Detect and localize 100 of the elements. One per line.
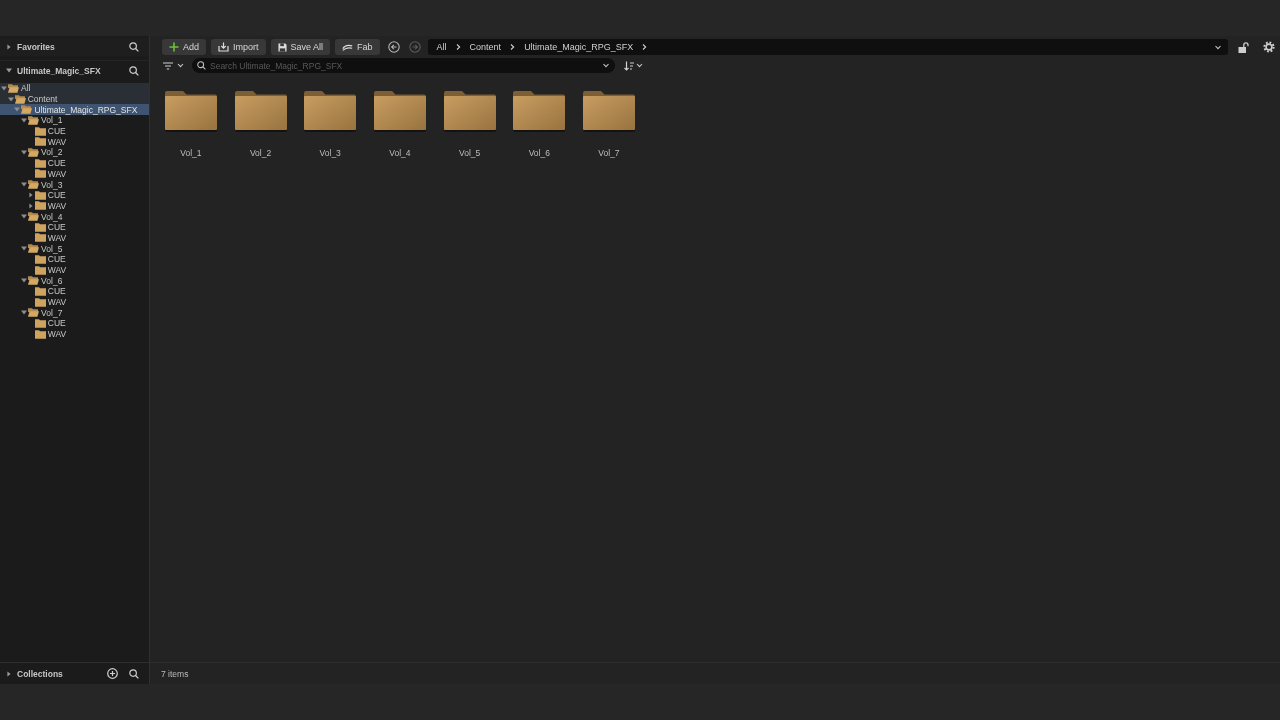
breadcrumb-link[interactable]: Ultimate_Magic_RPG_SFX <box>524 42 634 52</box>
folder-icon <box>34 137 46 147</box>
tree-item[interactable]: Vol_6 <box>0 275 149 287</box>
tree-item[interactable]: CUE <box>0 221 149 233</box>
folder-tile[interactable]: Vol_6 <box>504 91 575 158</box>
search-icon[interactable] <box>129 65 139 76</box>
plus-icon <box>169 42 179 52</box>
chevron-right-icon[interactable] <box>510 43 516 51</box>
folder-icon <box>34 329 46 339</box>
chevron-right-icon[interactable] <box>455 43 461 51</box>
chevron-down-icon[interactable] <box>602 63 610 68</box>
open-folder-icon <box>8 83 19 93</box>
search-icon <box>197 61 206 70</box>
tree-item[interactable]: CUE <box>0 254 149 265</box>
tree-item[interactable]: CUE <box>0 189 149 201</box>
folder-tile[interactable]: Vol_2 <box>225 91 296 158</box>
chevron-down-icon[interactable] <box>636 63 643 68</box>
open-folder-icon <box>28 115 40 125</box>
tree-item[interactable]: CUE <box>0 286 149 297</box>
tree-item[interactable]: CUE <box>0 125 149 137</box>
folder-icon <box>304 91 357 132</box>
left-arrow-circle-icon[interactable] <box>387 41 400 53</box>
open-folder-icon <box>28 308 40 318</box>
tree-item[interactable]: WAV <box>0 296 149 308</box>
tree-item[interactable]: Ultimate_Magic_RPG_SFX <box>0 104 149 116</box>
tree-item[interactable]: All <box>0 83 149 94</box>
tree-item[interactable]: CUE <box>0 157 149 169</box>
folder-icon <box>34 318 46 328</box>
open-folder-icon <box>14 94 26 104</box>
folder-tile[interactable]: Vol_3 <box>295 91 366 158</box>
tree-item[interactable]: WAV <box>0 328 149 340</box>
folder-icon <box>234 91 287 132</box>
import-button[interactable]: Import <box>211 39 266 55</box>
folder-icon <box>34 158 46 168</box>
folder-icon <box>34 201 46 211</box>
tree-item[interactable]: WAV <box>0 168 149 180</box>
source-header[interactable]: Ultimate_Magic_SFX <box>6 65 101 76</box>
tree-item[interactable]: WAV <box>0 232 149 244</box>
folder-icon <box>34 254 46 264</box>
swoosh-icon <box>342 43 354 51</box>
open-folder-icon <box>28 147 40 157</box>
caret-icon[interactable] <box>21 246 28 252</box>
folder-icon <box>34 233 46 243</box>
folder-tile[interactable]: Vol_4 <box>365 91 435 158</box>
caret-icon[interactable] <box>7 96 14 102</box>
filter-icon[interactable] <box>163 61 173 70</box>
settings-icon[interactable] <box>1263 41 1275 53</box>
folder-icon <box>34 297 46 307</box>
fab-button[interactable]: Fab <box>335 39 380 55</box>
caret-icon[interactable] <box>21 182 28 188</box>
folder-icon <box>373 91 426 132</box>
search-field[interactable]: Search Ultimate_Magic_RPG_SFX <box>192 58 615 73</box>
add-circle-icon[interactable] <box>107 668 118 679</box>
item-count: 7 items <box>161 668 189 679</box>
tree-item[interactable]: WAV <box>0 264 149 276</box>
search-icon[interactable] <box>129 42 139 52</box>
favorites-header[interactable]: Favorites <box>7 42 55 52</box>
caret-icon[interactable] <box>21 149 28 155</box>
folder-icon <box>443 91 496 132</box>
sort-icon[interactable] <box>624 60 634 71</box>
tree-item[interactable]: Vol_5 <box>0 243 149 254</box>
tree-item[interactable]: Vol_2 <box>0 147 149 158</box>
chevron-down-icon[interactable] <box>1214 44 1222 50</box>
chevron-right-icon[interactable] <box>642 43 648 51</box>
collections-header[interactable]: Collections <box>7 668 63 679</box>
breadcrumb-link[interactable]: Content <box>469 42 502 52</box>
caret-icon[interactable] <box>1 85 7 91</box>
tree-item[interactable]: Vol_7 <box>0 307 149 319</box>
caret-icon[interactable] <box>21 278 28 284</box>
chevron-down-icon[interactable] <box>177 63 184 68</box>
folder-icon <box>34 126 46 136</box>
breadcrumb-link[interactable]: All <box>436 42 447 52</box>
folder-icon <box>34 190 46 200</box>
folder-icon <box>34 265 46 275</box>
folder-icon <box>34 222 46 232</box>
tree-item[interactable]: WAV <box>0 136 149 148</box>
tree-item[interactable]: Vol_4 <box>0 211 149 222</box>
folder-icon <box>513 91 566 132</box>
open-folder-icon <box>28 212 40 222</box>
open-padlock-icon[interactable] <box>1238 41 1249 53</box>
add-button[interactable]: Add <box>162 39 206 55</box>
caret-icon[interactable] <box>21 214 28 220</box>
folder-icon <box>164 91 217 132</box>
tree-item[interactable]: WAV <box>0 200 149 212</box>
folder-icon <box>34 286 46 296</box>
tree-item[interactable]: Vol_1 <box>0 115 149 126</box>
tree-item[interactable]: Vol_3 <box>0 179 149 190</box>
folder-tile[interactable]: Vol_5 <box>434 91 505 158</box>
open-folder-icon <box>21 105 33 115</box>
folder-tile[interactable]: Vol_1 <box>156 91 226 158</box>
open-folder-icon <box>28 276 40 286</box>
tree-item[interactable]: Content <box>0 93 149 105</box>
save-button[interactable]: Save All <box>270 39 331 55</box>
folder-icon <box>582 91 635 132</box>
caret-icon[interactable] <box>21 310 28 316</box>
search-icon[interactable] <box>129 668 139 679</box>
folder-tile[interactable]: Vol_7 <box>574 91 644 158</box>
tray-arrow-icon <box>218 42 229 52</box>
tree-item[interactable]: CUE <box>0 318 149 329</box>
open-folder-icon <box>28 244 40 254</box>
